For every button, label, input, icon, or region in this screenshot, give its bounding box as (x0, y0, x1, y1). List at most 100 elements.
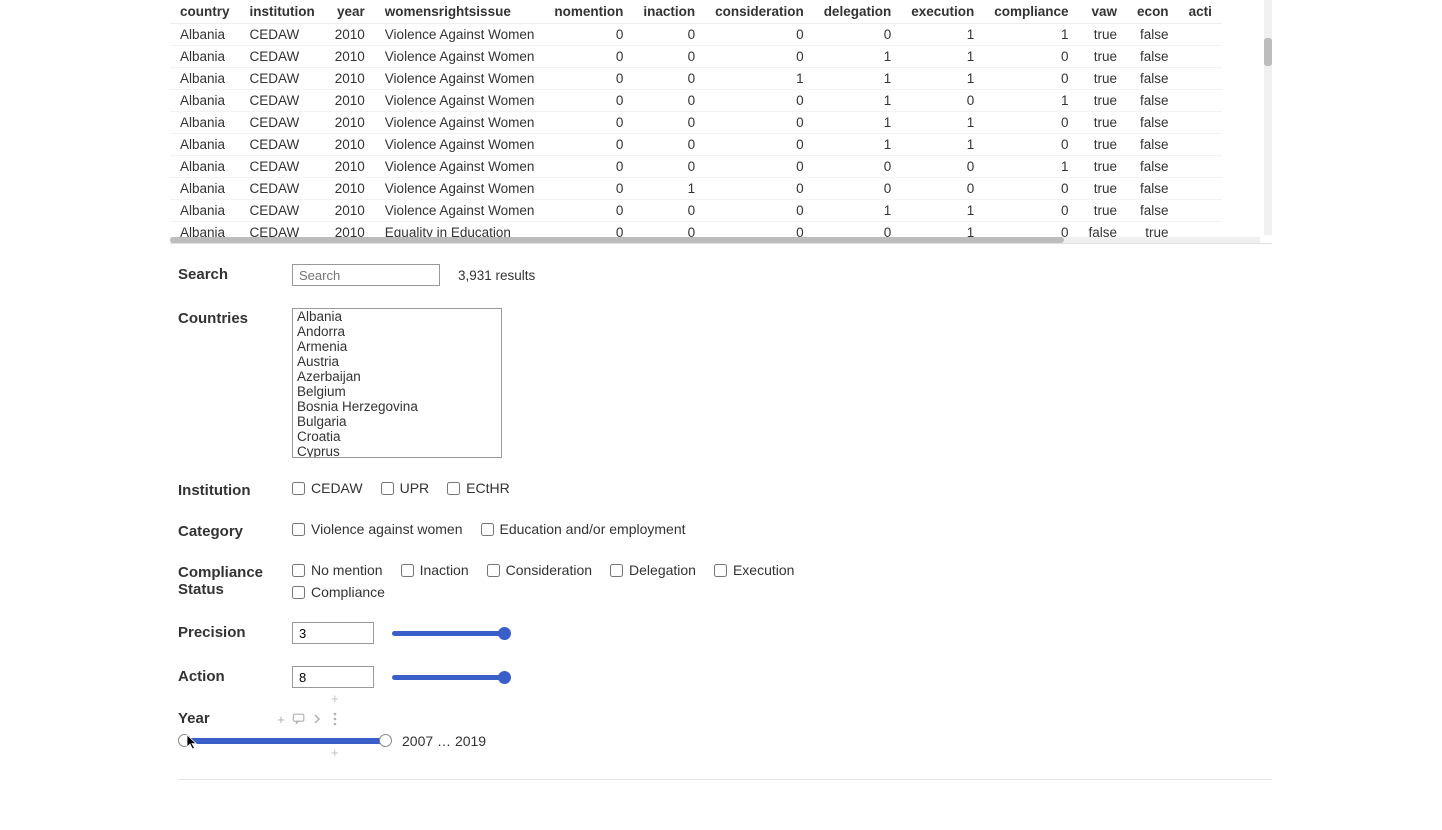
table-row[interactable]: AlbaniaCEDAW2010Violence Against Women01… (170, 178, 1222, 200)
table-row[interactable]: AlbaniaCEDAW2010Violence Against Women00… (170, 24, 1222, 46)
table-header-year[interactable]: year (325, 0, 375, 24)
table-cell: 0 (705, 200, 814, 222)
country-option[interactable]: Azerbaijan (293, 369, 501, 384)
institution-checkbox[interactable] (381, 482, 394, 495)
year-range-knob-min[interactable] (178, 734, 191, 747)
table-row[interactable]: AlbaniaCEDAW2010Violence Against Women00… (170, 156, 1222, 178)
table-header-institution[interactable]: institution (240, 0, 325, 24)
country-option[interactable]: Bosnia Herzegovina (293, 399, 501, 414)
countries-label: Countries (178, 308, 292, 327)
countries-listbox[interactable]: AlbaniaAndorraArmeniaAustriaAzerbaijanBe… (292, 308, 502, 458)
table-cell: true (1079, 68, 1128, 90)
category-option[interactable]: Violence against women (292, 521, 463, 537)
table-header-country[interactable]: country (170, 0, 240, 24)
table-header-vaw[interactable]: vaw (1079, 0, 1128, 24)
table-cell: CEDAW (240, 90, 325, 112)
country-option[interactable]: Austria (293, 354, 501, 369)
table-cell: 0 (544, 90, 633, 112)
category-checkbox[interactable] (292, 523, 305, 536)
add-cell-above-icon[interactable]: + (331, 692, 339, 705)
vertical-scrollbar-track[interactable] (1264, 0, 1272, 235)
precision-input[interactable] (292, 622, 374, 644)
table-cell: 2010 (325, 200, 375, 222)
table-header-womensrightsissue[interactable]: womensrightsissue (375, 0, 545, 24)
institution-option[interactable]: UPR (381, 480, 430, 496)
table-cell: Albania (170, 244, 240, 245)
compliance-option[interactable]: Compliance (292, 584, 385, 600)
compliance-checkbox[interactable] (714, 564, 727, 577)
table-cell: false (1127, 178, 1179, 200)
country-option[interactable]: Albania (293, 309, 501, 324)
institution-option[interactable]: CEDAW (292, 480, 363, 496)
institution-option[interactable]: ECtHR (447, 480, 510, 496)
search-label: Search (178, 264, 292, 283)
table-row[interactable]: AlbaniaCEDAW2010Violence Against Women00… (170, 46, 1222, 68)
table-cell: 0 (544, 46, 633, 68)
country-option[interactable]: Cyprus (293, 444, 501, 458)
compliance-option[interactable]: No mention (292, 562, 383, 578)
table-header-delegation[interactable]: delegation (814, 0, 902, 24)
chevron-right-icon[interactable] (310, 712, 324, 726)
search-input[interactable] (292, 264, 440, 286)
table-cell: 0 (814, 244, 902, 245)
table-header-econ[interactable]: econ (1127, 0, 1179, 24)
compliance-checkbox[interactable] (292, 586, 305, 599)
table-row[interactable]: AlbaniaCEDAW2010Violence Against Women00… (170, 90, 1222, 112)
comment-icon[interactable] (292, 712, 306, 726)
compliance-option[interactable]: Delegation (610, 562, 696, 578)
table-row[interactable]: AlbaniaCEDAW2010Violence Against Women00… (170, 68, 1222, 90)
table-cell: true (1079, 90, 1128, 112)
institution-checkbox[interactable] (447, 482, 460, 495)
year-range-slider[interactable] (178, 733, 392, 749)
table-cell: 0 (544, 134, 633, 156)
table-cell (1179, 24, 1222, 46)
country-option[interactable]: Croatia (293, 429, 501, 444)
year-from: 2007 (402, 733, 433, 749)
country-option[interactable]: Andorra (293, 324, 501, 339)
table-header-execution[interactable]: execution (901, 0, 984, 24)
table-header-inaction[interactable]: inaction (633, 0, 705, 24)
table-row[interactable]: AlbaniaCEDAW2010Violence Against Women00… (170, 112, 1222, 134)
action-input[interactable] (292, 666, 374, 688)
add-cell-icon[interactable]: + (274, 712, 288, 726)
table-cell: 1 (901, 24, 984, 46)
compliance-checkbox[interactable] (487, 564, 500, 577)
table-row[interactable]: AlbaniaCEDAW2010Equality in Education010… (170, 244, 1222, 245)
table-cell: 0 (633, 134, 705, 156)
compliance-option[interactable]: Execution (714, 562, 794, 578)
table-row[interactable]: AlbaniaCEDAW2010Violence Against Women00… (170, 200, 1222, 222)
table-cell (1179, 90, 1222, 112)
year-range-display: 2007 … 2019 (402, 733, 486, 749)
more-menu-icon[interactable] (328, 712, 342, 726)
table-header-compliance[interactable]: compliance (984, 0, 1078, 24)
country-option[interactable]: Armenia (293, 339, 501, 354)
action-slider-knob[interactable] (498, 671, 511, 684)
compliance-checkbox[interactable] (401, 564, 414, 577)
table-header-nomention[interactable]: nomention (544, 0, 633, 24)
action-slider[interactable] (392, 670, 510, 684)
country-option[interactable]: Belgium (293, 384, 501, 399)
table-cell: 2010 (325, 112, 375, 134)
compliance-checkbox[interactable] (610, 564, 623, 577)
country-option[interactable]: Bulgaria (293, 414, 501, 429)
table-cell: 0 (984, 200, 1078, 222)
precision-slider[interactable] (392, 626, 510, 640)
category-checkbox[interactable] (481, 523, 494, 536)
horizontal-scrollbar-thumb[interactable] (170, 237, 1064, 243)
table-cell: 0 (984, 68, 1078, 90)
vertical-scrollbar-thumb[interactable] (1264, 38, 1272, 66)
compliance-checkbox[interactable] (292, 564, 305, 577)
table-cell: 2010 (325, 134, 375, 156)
table-cell: CEDAW (240, 134, 325, 156)
horizontal-scrollbar-track[interactable] (170, 237, 1260, 243)
compliance-option-label: Inaction (420, 562, 469, 578)
year-range-knob-max[interactable] (379, 734, 392, 747)
institution-checkbox[interactable] (292, 482, 305, 495)
compliance-option[interactable]: Consideration (487, 562, 592, 578)
compliance-option[interactable]: Inaction (401, 562, 469, 578)
table-header-acti[interactable]: acti (1179, 0, 1222, 24)
category-option[interactable]: Education and/or employment (481, 521, 686, 537)
table-row[interactable]: AlbaniaCEDAW2010Violence Against Women00… (170, 134, 1222, 156)
precision-slider-knob[interactable] (498, 627, 511, 640)
table-header-consideration[interactable]: consideration (705, 0, 814, 24)
